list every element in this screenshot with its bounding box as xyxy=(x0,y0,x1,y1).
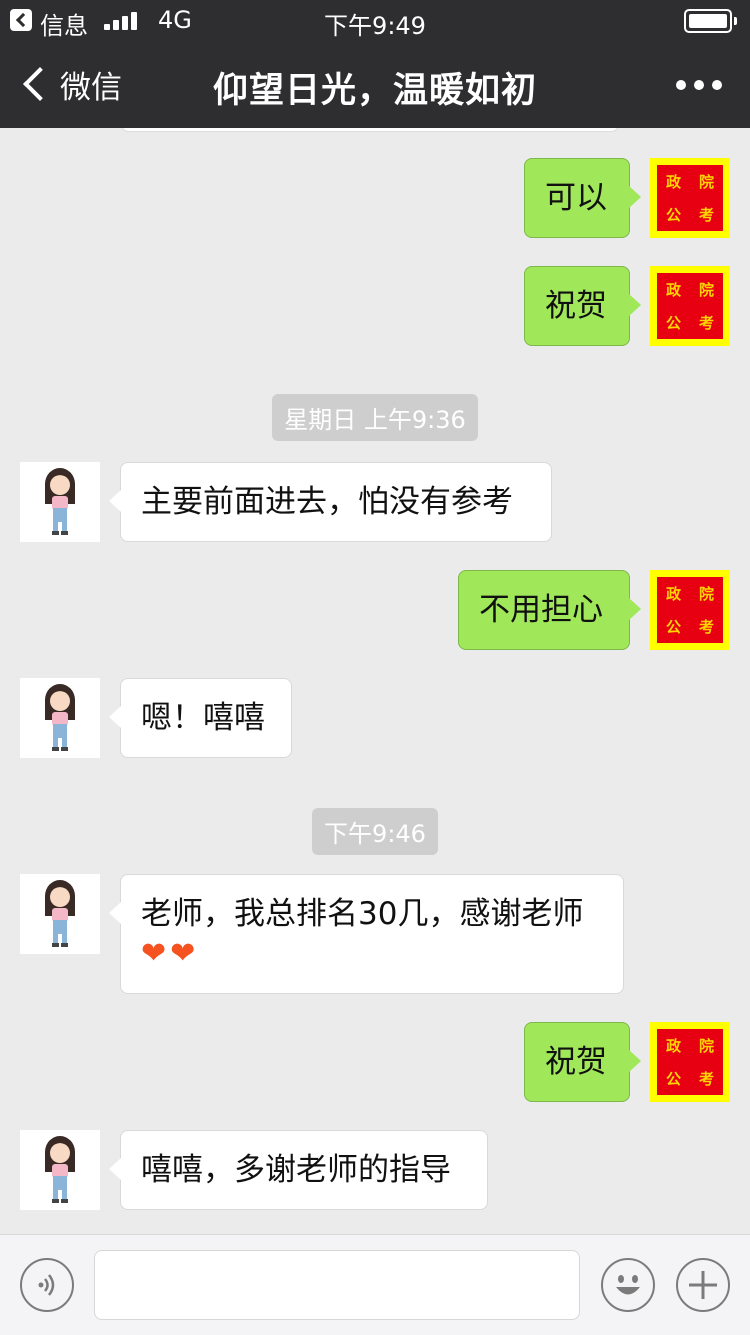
girl-avatar-icon xyxy=(45,468,75,535)
back-label: 微信 xyxy=(60,69,122,106)
more-dot-icon xyxy=(712,80,722,90)
timestamp: 星期日 上午9:36 xyxy=(0,394,750,441)
message-text: 嗯！嘻嘻 xyxy=(141,700,265,736)
chat-area[interactable]: 可以 政院 公考 祝贺 政院 公考 星期日 上午9:36 主要前面进去，怕没有参… xyxy=(0,128,750,1234)
more-actions-button[interactable] xyxy=(676,1258,730,1312)
girl-avatar-icon xyxy=(45,880,75,947)
message-bubble-outgoing[interactable]: 可以 xyxy=(524,158,641,238)
message-text: 老师，我总排名30几，感谢老师 xyxy=(141,896,584,932)
previous-message-edge xyxy=(122,128,618,132)
timestamp: 下午9:46 xyxy=(0,808,750,855)
my-avatar[interactable]: 政院 公考 xyxy=(650,266,730,346)
voice-button[interactable] xyxy=(20,1258,74,1312)
avatar-text: 公 xyxy=(665,206,681,224)
plus-icon xyxy=(689,1271,717,1299)
more-button[interactable] xyxy=(676,80,722,90)
battery-icon xyxy=(684,9,737,33)
avatar-text: 公 xyxy=(665,618,681,636)
message-text: 祝贺 xyxy=(545,1044,607,1080)
more-dot-icon xyxy=(694,80,704,90)
message-text: 不用担心 xyxy=(479,592,603,628)
avatar-text: 考 xyxy=(698,314,714,332)
message-bubble-incoming[interactable]: 嘻嘻，多谢老师的指导 xyxy=(109,1130,488,1210)
my-avatar[interactable]: 政院 公考 xyxy=(650,158,730,238)
my-avatar[interactable]: 政院 公考 xyxy=(650,570,730,650)
avatar-text: 政 xyxy=(665,585,681,603)
avatar-text: 考 xyxy=(698,1070,714,1088)
smiley-icon xyxy=(616,1275,640,1295)
avatar-text: 院 xyxy=(698,585,714,603)
girl-avatar-icon xyxy=(45,684,75,751)
girl-avatar-icon xyxy=(45,1136,75,1203)
status-bar: 信息 4G 下午9:49 xyxy=(0,0,750,42)
message-bubble-outgoing[interactable]: 祝贺 xyxy=(524,1022,641,1102)
message-bubble-outgoing[interactable]: 不用担心 xyxy=(458,570,641,650)
back-button[interactable]: 微信 xyxy=(16,62,122,106)
avatar-text: 政 xyxy=(665,281,681,299)
contact-avatar[interactable] xyxy=(20,678,100,758)
message-bubble-incoming[interactable]: 老师，我总排名30几，感谢老师 ❤❤ xyxy=(109,874,624,994)
clock: 下午9:49 xyxy=(324,12,426,40)
heart-emoji: ❤❤ xyxy=(141,936,200,971)
more-dot-icon xyxy=(676,80,686,90)
message-bubble-incoming[interactable]: 主要前面进去，怕没有参考 xyxy=(109,462,552,542)
message-input[interactable] xyxy=(94,1250,580,1320)
avatar-text: 考 xyxy=(698,206,714,224)
avatar-text: 公 xyxy=(665,1070,681,1088)
contact-avatar[interactable] xyxy=(20,874,100,954)
voice-icon xyxy=(38,1274,55,1296)
input-bar xyxy=(0,1234,750,1335)
timestamp-label: 下午9:46 xyxy=(312,808,438,855)
message-text: 可以 xyxy=(545,180,607,216)
message-text: 主要前面进去，怕没有参考 xyxy=(141,484,513,520)
avatar-text: 考 xyxy=(698,618,714,636)
message-bubble-outgoing[interactable]: 祝贺 xyxy=(524,266,641,346)
avatar-text: 院 xyxy=(698,173,714,191)
emoji-button[interactable] xyxy=(601,1258,655,1312)
message-text: 祝贺 xyxy=(545,288,607,324)
message-bubble-incoming[interactable]: 嗯！嘻嘻 xyxy=(109,678,292,758)
timestamp-label: 星期日 上午9:36 xyxy=(272,394,478,441)
avatar-text: 院 xyxy=(698,281,714,299)
avatar-text: 公 xyxy=(665,314,681,332)
avatar-text: 院 xyxy=(698,1037,714,1055)
avatar-text: 政 xyxy=(665,173,681,191)
avatar-text: 政 xyxy=(665,1037,681,1055)
contact-avatar[interactable] xyxy=(20,462,100,542)
contact-avatar[interactable] xyxy=(20,1130,100,1210)
nav-bar: 仰望日光，温暖如初 微信 xyxy=(0,42,750,128)
message-text: 嘻嘻，多谢老师的指导 xyxy=(141,1152,451,1188)
my-avatar[interactable]: 政院 公考 xyxy=(650,1022,730,1102)
chevron-left-icon xyxy=(23,67,57,101)
